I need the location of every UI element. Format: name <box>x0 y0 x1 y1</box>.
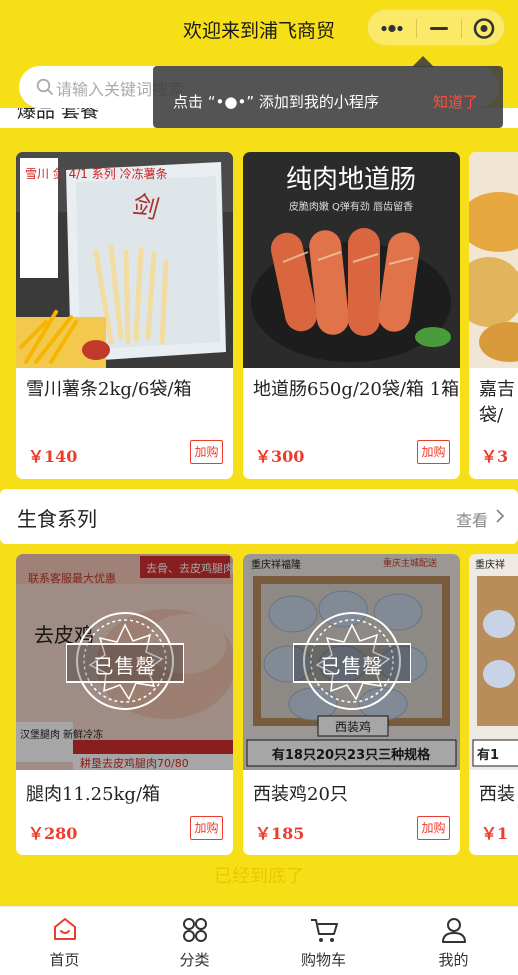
product-card[interactable]: 纯肉地道肠 皮脆肉嫩 Q弹有劲 唇齿留香 地道肠650g/20袋/箱 1箱 ￥3… <box>243 152 460 479</box>
end-of-list-text: 已经到底了 <box>214 866 304 887</box>
miniprogram-capsule <box>367 9 505 46</box>
tab-category[interactable]: 分类 <box>130 907 259 975</box>
more-menu-button[interactable] <box>368 10 416 47</box>
sold-out-label: 已售罄 <box>93 654 157 678</box>
product-card[interactable]: 嘉吉袋/ ￥3 <box>469 152 518 479</box>
product-card[interactable]: 剑 雪川 剑 4/1 系列 冷冻薯条 雪川薯条2kg/6袋/箱 ￥140 加购 <box>16 152 233 479</box>
product-price: ￥185 <box>255 824 305 843</box>
product-price: ￥1 <box>481 824 509 843</box>
section-header-raw-food[interactable]: 生食系列 查看 <box>0 489 518 544</box>
more-dots-icon <box>381 24 403 33</box>
tab-label: 分类 <box>179 951 210 969</box>
svg-text:有1: 有1 <box>477 747 499 763</box>
tooltip-text: 点击 “•●•” 添加到我的小程序 <box>173 93 379 111</box>
product-name: 西装 <box>479 784 515 805</box>
product-image-fried-chicken <box>469 152 518 368</box>
product-name: 地道肠650g/20袋/箱 1箱 <box>253 379 460 400</box>
product-image-chicken-thigh: 联系客服最大优惠 去骨、去皮鸡腿肉 去皮鸡 汉堡腿肉 新鲜冷冻 耕垦去皮鸡腿肉7… <box>16 554 233 770</box>
svg-text:重庆祥: 重庆祥 <box>475 558 505 571</box>
tab-label: 首页 <box>49 951 80 969</box>
product-price: ￥3 <box>481 447 509 466</box>
tab-home[interactable]: 首页 <box>0 907 129 975</box>
add-to-miniprogram-tooltip: 点击 “•●•” 添加到我的小程序 知道了 <box>153 66 503 128</box>
sold-out-label: 已售罄 <box>320 654 384 678</box>
add-to-cart-button[interactable]: 加购 <box>190 440 223 464</box>
category-grid-icon <box>182 918 207 942</box>
tab-cart[interactable]: 购物车 <box>259 907 388 975</box>
product-price: ￥280 <box>28 824 78 843</box>
minimize-icon <box>430 27 448 30</box>
product-name: 西装鸡20只 <box>253 784 348 805</box>
add-to-cart-button[interactable]: 加购 <box>190 816 223 840</box>
tab-profile[interactable]: 我的 <box>389 907 518 975</box>
product-image-chicken-box-2: 重庆祥 有1 <box>469 554 518 770</box>
tab-label: 购物车 <box>300 951 346 969</box>
section-title: 生食系列 <box>17 507 97 531</box>
cart-icon <box>310 919 338 942</box>
add-to-cart-button[interactable]: 加购 <box>417 440 450 464</box>
product-row-hot: 剑 雪川 剑 4/1 系列 冷冻薯条 雪川薯条2kg/6袋/箱 ￥140 加购 … <box>0 152 518 479</box>
minimize-button[interactable] <box>417 10 463 47</box>
svg-text:雪川 剑 4/1 系列 冷冻薯条: 雪川 剑 4/1 系列 冷冻薯条 <box>25 166 168 181</box>
svg-text:皮脆肉嫩 Q弹有劲 唇齿留香: 皮脆肉嫩 Q弹有劲 唇齿留香 <box>289 200 413 213</box>
product-card[interactable]: 重庆祥 有1 西装 ￥1 <box>469 554 518 855</box>
svg-text:纯肉地道肠: 纯肉地道肠 <box>286 165 416 195</box>
product-image-fries: 剑 雪川 剑 4/1 系列 冷冻薯条 <box>16 152 233 368</box>
product-price: ￥140 <box>28 447 78 466</box>
search-icon <box>36 78 53 95</box>
bottom-tab-bar: 首页 分类 购物车 我的 <box>0 906 518 975</box>
product-name: 雪川薯条2kg/6袋/箱 <box>26 379 192 400</box>
target-circle-icon <box>473 18 495 39</box>
user-icon <box>441 918 466 943</box>
product-name: 腿肉11.25kg/箱 <box>26 784 161 805</box>
home-icon <box>53 918 76 940</box>
product-card[interactable]: 重庆祥福隆 重庆主城配送 西装鸡 有18只20只23只三种规格 已售罄 西装鸡2… <box>243 554 460 855</box>
product-image-whole-chicken: 重庆祥福隆 重庆主城配送 西装鸡 有18只20只23只三种规格 已售罄 <box>243 554 460 770</box>
nav-header: 欢迎来到浦飞商贸 <box>0 0 518 58</box>
close-miniprogram-button[interactable] <box>462 10 508 47</box>
product-name: 嘉吉袋/ <box>479 379 515 426</box>
view-more-link[interactable]: 查看 <box>456 507 488 531</box>
product-image-sausage: 纯肉地道肠 皮脆肉嫩 Q弹有劲 唇齿留香 <box>243 152 460 368</box>
product-row-raw: 联系客服最大优惠 去骨、去皮鸡腿肉 去皮鸡 汉堡腿肉 新鲜冷冻 耕垦去皮鸡腿肉7… <box>0 554 518 855</box>
product-card[interactable]: 联系客服最大优惠 去骨、去皮鸡腿肉 去皮鸡 汉堡腿肉 新鲜冷冻 耕垦去皮鸡腿肉7… <box>16 554 233 855</box>
chevron-right-icon <box>496 509 505 523</box>
product-price: ￥300 <box>255 447 305 466</box>
section-title-partial: 爆品 套餐 <box>17 108 100 122</box>
tooltip-dismiss-button[interactable]: 知道了 <box>433 91 478 112</box>
add-to-cart-button[interactable]: 加购 <box>417 816 450 840</box>
tab-label: 我的 <box>438 951 469 969</box>
